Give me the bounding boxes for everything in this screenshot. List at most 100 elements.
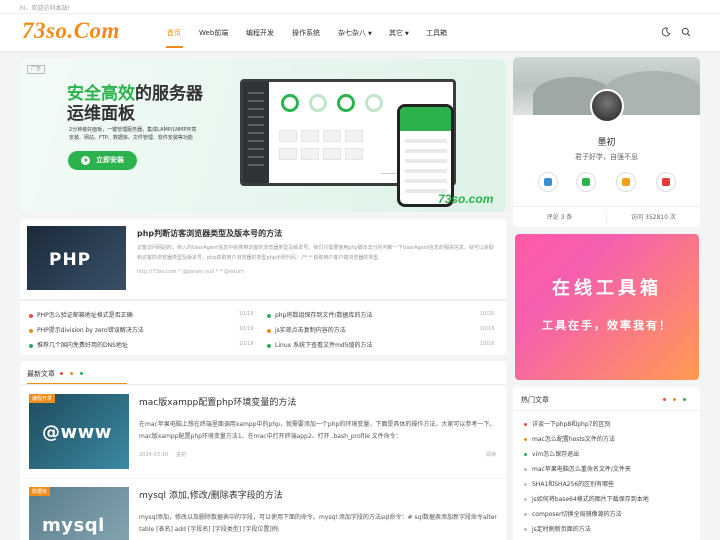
author-profile-card: 墨初 君子好学，自强不息 评论 3 条 访问 352810 次: [513, 57, 700, 227]
article-card[interactable]: 编程开发 @www mac版xampp配置php环境变量的方法 在mac苹果电脑…: [20, 386, 506, 478]
nav-os-label: 操作系统: [292, 29, 320, 37]
list-item[interactable]: PHP怎么验证邮箱地址格式是否正确: [29, 310, 133, 319]
latest-heading: 最新文章: [27, 370, 55, 378]
bullet-dot: [267, 343, 271, 348]
list-item-text: 推荐几个国内免费好用的DNS地址: [37, 342, 128, 349]
featured-thumbnail[interactable]: PHP: [27, 226, 126, 290]
nav-active-indicator: [166, 46, 183, 48]
bullet-dot: [524, 453, 527, 456]
bullet-dot: [29, 328, 33, 333]
read-count: 阅读: [486, 452, 497, 458]
chevron-down-icon: ▼: [405, 31, 409, 37]
top-bar: hi，欢迎访问本站!: [0, 0, 720, 14]
list-item[interactable]: Linux 系统下查看文件md5值的方法: [267, 340, 373, 349]
article-excerpt: mysql添加，修改以及删除数据表中的字段，可以使用下面的命令。mysql 添加…: [139, 514, 497, 533]
install-button[interactable]: 立即安装: [68, 151, 137, 170]
toolbox-title: 在线工具箱: [552, 278, 662, 299]
bullet-dot: [524, 513, 527, 516]
category-tag[interactable]: 编程开发: [29, 394, 56, 403]
banner-brand: 73so.com: [438, 192, 494, 206]
hot-item[interactable]: js如何将base64格式的图片下载保存到本地: [524, 494, 649, 503]
toolbox-banner[interactable]: 在线工具箱 工具在手，效率我有！: [515, 234, 699, 380]
list-item-date: 10/16: [480, 341, 495, 347]
decor-dots: [60, 372, 86, 376]
list-item-text: PHP提示division by zero错误解决方法: [37, 327, 144, 334]
hot-item-text: composer切换全局镜像源的方法: [532, 511, 622, 518]
list-item[interactable]: 推荐几个国内免费好用的DNS地址: [29, 340, 128, 349]
nav-home[interactable]: 首页: [167, 28, 181, 38]
moon-icon[interactable]: [661, 27, 671, 37]
hot-item-text: 详谈一下php8和php7的区别: [532, 421, 611, 428]
bullet-dot: [524, 468, 527, 471]
nav-misc-label: 杂七杂八: [338, 29, 366, 37]
list-item[interactable]: js实现点击复制内容的方法: [267, 325, 346, 334]
comment-count: 评论 3 条: [546, 214, 573, 221]
article-card[interactable]: 数据库 mysql mysql 添加,修改/删除表字段的方法 mysql添加，修…: [20, 479, 506, 540]
hot-item[interactable]: js定时刷新页面的方法: [524, 524, 591, 533]
list-item-date: 10/18: [480, 326, 495, 332]
profile-motto: 君子好学，自强不息: [575, 153, 638, 161]
nav-toolbox[interactable]: 工具箱: [426, 28, 447, 38]
article-date: 2024-03-10: [139, 452, 169, 458]
article-title[interactable]: mysql 添加,修改/删除表字段的方法: [139, 488, 283, 501]
toolbox-slogan: 工具在手，效率我有！: [542, 319, 672, 332]
hot-item[interactable]: 详谈一下php8和php7的区别: [524, 419, 610, 428]
bullet-dot: [524, 498, 527, 501]
site-logo[interactable]: 73so.Com: [22, 18, 120, 44]
hot-item[interactable]: composer切换全局镜像源的方法: [524, 509, 622, 518]
thumb-text: @www: [42, 422, 112, 443]
bullet-dot: [29, 313, 33, 318]
article-meta: 2024-03-10 · 墨初: [139, 452, 187, 458]
nav-toolbox-label: 工具箱: [426, 29, 447, 37]
list-item-date: 10/19: [239, 341, 254, 347]
list-item[interactable]: PHP提示division by zero错误解决方法: [29, 325, 144, 334]
article-thumbnail[interactable]: 数据库 mysql: [29, 487, 129, 540]
bullet-dot: [524, 483, 527, 486]
article-author[interactable]: 墨初: [176, 452, 186, 458]
article-title[interactable]: mac版xampp配置php环境变量的方法: [139, 395, 296, 408]
nav-programming[interactable]: 编程开发: [246, 28, 274, 38]
list-item-date: 10/19: [239, 326, 254, 332]
home-icon[interactable]: [538, 172, 558, 192]
nav-misc[interactable]: 杂七杂八 ▼: [338, 28, 372, 38]
hot-item[interactable]: mac苹果电脑怎么重命名文件/文件夹: [524, 464, 631, 473]
featured-meta: http://73so.com * @param null * * @retur…: [137, 269, 245, 275]
ad-label: 广告: [27, 65, 46, 74]
featured-article[interactable]: PHP php判断访客浏览器类型及版本号的方法 访客访问网站时，传入的UserA…: [20, 219, 506, 299]
nav-programming-label: 编程开发: [246, 29, 274, 37]
mail-icon[interactable]: [656, 172, 676, 192]
hot-item[interactable]: mac怎么配置hosts文件的方法: [524, 434, 615, 443]
hot-item[interactable]: vim怎么保存退出: [524, 449, 579, 458]
ad-banner[interactable]: 广告 安全高效的服务器 运维面板 2分钟装好面板，一键管理服务器，集成LAMP/…: [20, 59, 506, 212]
decor-dots: [663, 398, 689, 402]
bullet-dot: [267, 328, 271, 333]
hot-articles: 热门文章 详谈一下php8和php7的区别 mac怎么配置hosts文件的方法 …: [513, 387, 700, 540]
nav-web-frontend[interactable]: Web前端: [199, 28, 228, 38]
visit-count: 访问 352810 次: [631, 214, 676, 221]
category-tag[interactable]: 数据库: [29, 487, 51, 496]
greeting-text: hi，欢迎访问本站!: [20, 5, 70, 12]
hot-heading: 热门文章: [521, 396, 549, 404]
article-excerpt: 在mac苹果电脑上想在终端里面调用xampp中的php，就需要添加一个php的环…: [139, 421, 496, 440]
search-icon[interactable]: [681, 27, 691, 37]
article-thumbnail[interactable]: 编程开发 @www: [29, 394, 129, 469]
nav-other[interactable]: 其它 ▼: [389, 28, 409, 38]
bullet-dot: [524, 528, 527, 531]
hot-item[interactable]: SHA1和SHA256的区别有哪些: [524, 479, 614, 488]
list-item-date: 10/20: [480, 311, 495, 317]
avatar[interactable]: [590, 89, 624, 123]
message-icon[interactable]: [616, 172, 636, 192]
list-item-text: Linux 系统下查看文件md5值的方法: [275, 342, 373, 349]
wechat-icon[interactable]: [576, 172, 596, 192]
nav-home-label: 首页: [167, 29, 181, 37]
featured-title[interactable]: php判断访客浏览器类型及版本号的方法: [137, 228, 282, 239]
banner-title-line2: 运维面板: [67, 104, 135, 124]
site-header: 73so.Com 首页 Web前端 编程开发 操作系统 杂七杂八 ▼ 其它 ▼ 工具…: [0, 14, 720, 52]
list-item[interactable]: php将数组保存到文件/数据库的方法: [267, 310, 372, 319]
bullet-dot: [524, 438, 527, 441]
thumb-text: mysql: [42, 515, 105, 536]
list-item-date: 10/19: [239, 311, 254, 317]
nav-os[interactable]: 操作系统: [292, 28, 320, 38]
hot-item-text: js定时刷新页面的方法: [532, 526, 591, 533]
bullet-dot: [524, 423, 527, 426]
